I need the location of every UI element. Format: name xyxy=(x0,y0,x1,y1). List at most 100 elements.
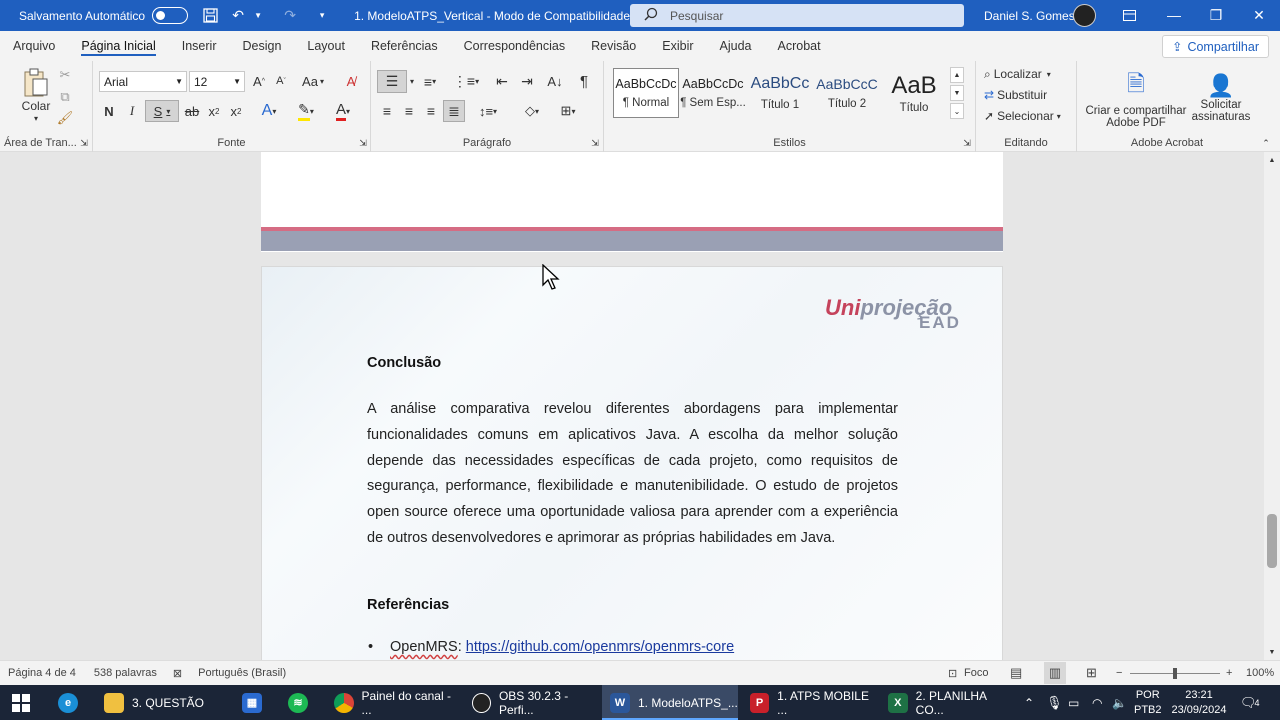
justify-icon[interactable]: ≣ xyxy=(443,100,465,122)
style-heading1[interactable]: AaBbCc Título 1 xyxy=(747,68,813,118)
zoom-level[interactable]: 100% xyxy=(1246,667,1274,679)
tab-acrobat[interactable]: Acrobat xyxy=(765,31,834,61)
zoom-in-icon[interactable]: + xyxy=(1226,667,1232,679)
dialog-launcher-icon[interactable]: ⇲ xyxy=(589,137,601,149)
styles-scroll-down-icon[interactable]: ▼ xyxy=(950,85,964,101)
bold-button[interactable]: N xyxy=(100,101,118,121)
clock[interactable]: 23:21 23/09/2024 xyxy=(1170,685,1228,720)
notification-icon[interactable]: 🗨 4 xyxy=(1240,685,1260,720)
taskbar-item-obs[interactable]: OBS 30.2.3 - Perfi... xyxy=(464,685,600,720)
redo-icon[interactable]: ↷ xyxy=(280,6,300,26)
tab-design[interactable]: Design xyxy=(229,31,294,61)
borders-icon[interactable]: ⊞ ▾ xyxy=(553,101,583,121)
taskbar-item-excel[interactable]: X 2. PLANILHA CO... xyxy=(880,685,1016,720)
document-canvas[interactable]: Uniprojeção EAD Conclusão A análise comp… xyxy=(0,152,1264,660)
dialog-launcher-icon[interactable]: ⇲ xyxy=(357,137,369,149)
decrease-indent-icon[interactable]: ⇤ xyxy=(491,70,513,93)
save-icon[interactable] xyxy=(200,6,220,26)
sort-icon[interactable]: A↓ xyxy=(544,70,566,93)
customize-toolbar-icon[interactable]: ▾ xyxy=(312,6,332,26)
styles-scroll-up-icon[interactable]: ▲ xyxy=(950,67,964,83)
dialog-launcher-icon[interactable]: ⇲ xyxy=(961,137,973,149)
tray-overflow-icon[interactable]: ⌃ xyxy=(1024,685,1034,720)
tab-layout[interactable]: Layout xyxy=(294,31,358,61)
undo-dropdown-icon[interactable]: ▼ xyxy=(248,6,268,26)
taskbar-item-chrome[interactable]: Painel do canal - ... xyxy=(326,685,462,720)
focus-label[interactable]: Foco xyxy=(964,667,988,679)
tab-exibir[interactable]: Exibir xyxy=(649,31,706,61)
strikethrough-icon[interactable]: ab xyxy=(183,101,201,121)
vertical-scrollbar[interactable]: ▲ ▼ xyxy=(1264,152,1280,660)
style-heading2[interactable]: AaBbCcC Título 2 xyxy=(814,68,880,118)
read-mode-icon[interactable]: ▤ xyxy=(1010,665,1022,681)
style-normal[interactable]: AaBbCcDc ¶ Normal xyxy=(613,68,679,118)
cut-icon[interactable]: ✂ xyxy=(56,66,74,84)
increase-indent-icon[interactable]: ⇥ xyxy=(516,70,538,93)
autosave-toggle[interactable] xyxy=(152,7,189,24)
store-icon[interactable]: ▦ xyxy=(242,685,270,720)
grow-font-icon[interactable]: A ^ xyxy=(250,71,268,91)
replace-button[interactable]: ⇄ Substituir xyxy=(984,86,1047,104)
tab-revisao[interactable]: Revisão xyxy=(578,31,649,61)
highlight-icon[interactable]: ✎ ▾ xyxy=(291,101,321,121)
superscript-icon[interactable]: x2 xyxy=(227,101,245,121)
scroll-down-icon[interactable]: ▼ xyxy=(1267,646,1277,658)
language-indicator[interactable]: POR PTB2 xyxy=(1134,685,1162,720)
copy-icon[interactable]: ⧉ xyxy=(56,88,74,106)
italic-button[interactable]: I xyxy=(123,101,141,121)
tab-pagina-inicial[interactable]: Página Inicial xyxy=(68,31,168,61)
tab-arquivo[interactable]: Arquivo xyxy=(0,31,68,61)
spotify-icon[interactable]: ≋ xyxy=(288,685,316,720)
find-button[interactable]: ⌕ Localizar ▾ xyxy=(984,65,1051,83)
paste-label[interactable]: Colar xyxy=(17,99,55,113)
scroll-thumb[interactable] xyxy=(1267,514,1277,568)
scroll-up-icon[interactable]: ▲ xyxy=(1267,154,1277,166)
volume-icon[interactable]: 🔈 xyxy=(1112,685,1127,720)
style-title[interactable]: AaB Título xyxy=(881,68,947,118)
tab-correspondencias[interactable]: Correspondências xyxy=(451,31,578,61)
shrink-font-icon[interactable]: Aˇ xyxy=(272,71,290,91)
windows-start-icon[interactable] xyxy=(12,685,30,720)
format-painter-icon[interactable]: 🖌 xyxy=(56,109,74,127)
text-effects-icon[interactable]: A ▾ xyxy=(255,101,283,121)
request-signatures-button[interactable]: 👤 Solicitar assinaturas xyxy=(1187,65,1255,131)
language-label[interactable]: Português (Brasil) xyxy=(198,667,286,679)
change-case-button[interactable]: Aa ▾ xyxy=(299,71,327,91)
clear-formatting-icon[interactable]: A̸ xyxy=(341,71,361,91)
shading-icon[interactable]: ◇ ▾ xyxy=(517,101,547,121)
paste-icon[interactable] xyxy=(20,66,52,100)
dialog-launcher-icon[interactable]: ⇲ xyxy=(78,137,90,149)
font-name-select[interactable]: Arial ▼ xyxy=(99,71,187,92)
select-button[interactable]: ➚ Selecionar ▾ xyxy=(984,107,1061,125)
minimize-icon[interactable]: — xyxy=(1161,4,1187,26)
reference-link[interactable]: https://github.com/openmrs/openmrs-core xyxy=(466,639,734,655)
battery-icon[interactable]: ▭ xyxy=(1068,685,1079,720)
taskbar-item-word[interactable]: W 1. ModeloATPS_... xyxy=(602,685,738,720)
restore-icon[interactable]: ❐ xyxy=(1203,4,1229,26)
focus-icon[interactable]: ⊡ xyxy=(948,667,957,680)
styles-more-icon[interactable]: ⌄ xyxy=(950,103,964,119)
word-count[interactable]: 538 palavras xyxy=(94,667,157,679)
user-name[interactable]: Daniel S. Gomes xyxy=(984,9,1075,23)
subscript-icon[interactable]: x2 xyxy=(205,101,223,121)
taskbar-item-questao[interactable]: 3. QUESTÃO xyxy=(96,685,234,720)
print-layout-icon[interactable]: ▥ xyxy=(1044,662,1066,684)
font-size-select[interactable]: 12 ▼ xyxy=(189,71,245,92)
web-layout-icon[interactable]: ⊞ xyxy=(1086,665,1097,681)
share-button[interactable]: ⇪ Compartilhar xyxy=(1161,35,1269,58)
create-pdf-button[interactable]: 🗎 Criar e compartilhar Adobe PDF xyxy=(1083,65,1189,131)
align-center-icon[interactable]: ≡ xyxy=(399,101,419,121)
align-right-icon[interactable]: ≡ xyxy=(421,101,441,121)
tab-inserir[interactable]: Inserir xyxy=(169,31,230,61)
avatar[interactable] xyxy=(1073,4,1096,27)
numbering-icon[interactable]: ≡ ▾ xyxy=(415,70,445,93)
bullets-icon[interactable]: ☰ xyxy=(377,70,407,93)
show-formatting-icon[interactable]: ¶ xyxy=(574,70,594,93)
underline-button[interactable]: S ▾ xyxy=(145,100,179,122)
ribbon-display-icon[interactable] xyxy=(1116,4,1142,26)
previous-page[interactable] xyxy=(261,152,1003,252)
style-no-spacing[interactable]: AaBbCcDc ¶ Sem Esp... xyxy=(680,68,746,118)
proofing-icon[interactable]: ⊠ xyxy=(173,667,182,680)
paste-dropdown-icon[interactable]: ▾ xyxy=(30,113,42,123)
collapse-ribbon-icon[interactable]: ⌃ xyxy=(1259,137,1273,149)
